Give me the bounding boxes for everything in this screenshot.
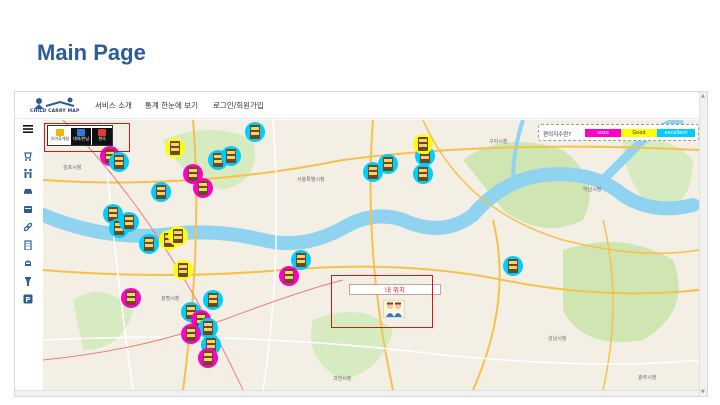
cabinet-icon[interactable]	[23, 204, 33, 214]
legend-label: Good	[632, 130, 646, 136]
convenience-index-legend: 편의지수란? soso Good excellent	[538, 124, 699, 141]
facility-marker[interactable]	[121, 288, 141, 308]
nav-statistics[interactable]: 통계 한눈에 보기	[145, 100, 198, 111]
transit-icon[interactable]	[23, 258, 33, 268]
horizontal-scrollbar[interactable]	[15, 390, 699, 396]
my-location-highlight-box	[331, 275, 433, 328]
facility-icon	[284, 269, 294, 283]
stroller-icon[interactable]	[23, 151, 33, 161]
facility-icon	[226, 149, 236, 163]
facility-icon	[124, 215, 134, 229]
facility-icon	[198, 181, 208, 195]
facility-marker[interactable]	[193, 178, 213, 198]
map-label-hanam-city-hall: 하남시청	[583, 187, 602, 193]
facility-marker[interactable]	[119, 212, 139, 232]
map-label-gwangju-city-hall: 광주시청	[638, 375, 657, 381]
legend-label: soso	[597, 130, 609, 136]
parking-icon[interactable]: P	[23, 294, 33, 304]
menu-icon[interactable]	[23, 124, 33, 134]
facility-icon	[296, 253, 306, 267]
facility-icon	[114, 155, 124, 169]
legend-level-soso: soso	[585, 129, 621, 137]
toilet-icon[interactable]	[23, 276, 33, 286]
facility-marker[interactable]	[151, 182, 171, 202]
facility-icon	[508, 259, 518, 273]
nav-service-intro[interactable]: 서비스 소개	[95, 100, 132, 111]
map-label-gwacheon-city-hall: 과천시청	[333, 376, 352, 382]
page-title: Main Page	[37, 40, 146, 65]
map-label-guri-city-hall: 구리시청	[489, 139, 508, 145]
facility-marker[interactable]	[181, 324, 201, 344]
building-icon[interactable]	[23, 240, 33, 250]
facility-icon	[208, 293, 218, 307]
facility-marker[interactable]	[165, 138, 185, 158]
scroll-up-icon[interactable]: ▲	[701, 93, 705, 99]
facility-icon	[203, 351, 213, 365]
slide: Main Page CHILD CARRY MAP 서비스 소개 통계 한눈에 …	[0, 0, 720, 405]
legend-level-good: Good	[621, 129, 657, 137]
facility-marker[interactable]	[245, 122, 265, 142]
map-label-seongnam-city-hall: 성남시청	[548, 336, 567, 342]
legend-label: excellent	[664, 130, 688, 136]
facility-marker[interactable]	[413, 134, 433, 154]
top-nav: CHILD CARRY MAP 서비스 소개 통계 한눈에 보기 로그인/회원가…	[15, 92, 707, 119]
facility-marker[interactable]	[503, 256, 523, 276]
facility-marker[interactable]	[413, 164, 433, 184]
facility-icon	[250, 125, 260, 139]
map-label-gimpo-city-hall: 김포시청	[63, 165, 82, 171]
facility-marker[interactable]	[173, 260, 193, 280]
facility-icon	[418, 167, 428, 181]
facility-marker[interactable]	[279, 266, 299, 286]
facility-icon	[126, 291, 136, 305]
facility-icon	[203, 321, 213, 335]
app-window: CHILD CARRY MAP 서비스 소개 통계 한눈에 보기 로그인/회원가…	[14, 91, 708, 397]
app-logo[interactable]: CHILD CARRY MAP	[30, 95, 82, 117]
legend-title[interactable]: 편의지수란?	[543, 130, 571, 138]
logo-text: CHILD CARRY MAP	[30, 109, 80, 114]
logo-mark-icon	[34, 97, 75, 109]
vertical-scrollbar[interactable]: ▲ ▼	[699, 92, 707, 396]
map-base	[43, 120, 699, 390]
filter-highlight-box	[44, 123, 130, 152]
car-icon[interactable]	[23, 186, 33, 196]
link-icon[interactable]	[23, 222, 33, 232]
facility-marker[interactable]	[221, 146, 241, 166]
legend-level-excellent: excellent	[657, 129, 695, 137]
family-icon[interactable]	[23, 168, 33, 178]
map-canvas[interactable]: 서울특별시청 구리시청 광명시청 광주시청 하남시청 과천시청 성남시청 김포시…	[43, 120, 699, 390]
facility-icon	[178, 263, 188, 277]
map-label-seoul-city-hall: 서울특별시청	[297, 177, 325, 183]
facility-marker[interactable]	[109, 152, 129, 172]
facility-marker[interactable]	[168, 226, 188, 246]
facility-icon	[368, 165, 378, 179]
scroll-down-icon[interactable]: ▼	[701, 389, 705, 395]
svg-text:P: P	[25, 296, 30, 304]
map-label-gwangmyeong-city-hall: 광명시청	[161, 296, 180, 302]
sidebar: P	[15, 120, 43, 390]
facility-icon	[144, 237, 154, 251]
facility-marker[interactable]	[203, 290, 223, 310]
facility-icon	[173, 229, 183, 243]
facility-marker[interactable]	[378, 154, 398, 174]
facility-icon	[383, 157, 393, 171]
facility-marker[interactable]	[139, 234, 159, 254]
facility-icon	[170, 141, 180, 155]
facility-icon	[156, 185, 166, 199]
facility-icon	[186, 327, 196, 341]
nav-login-signup[interactable]: 로그인/회원가입	[213, 100, 264, 111]
facility-marker[interactable]	[198, 348, 218, 368]
facility-icon	[418, 137, 428, 151]
